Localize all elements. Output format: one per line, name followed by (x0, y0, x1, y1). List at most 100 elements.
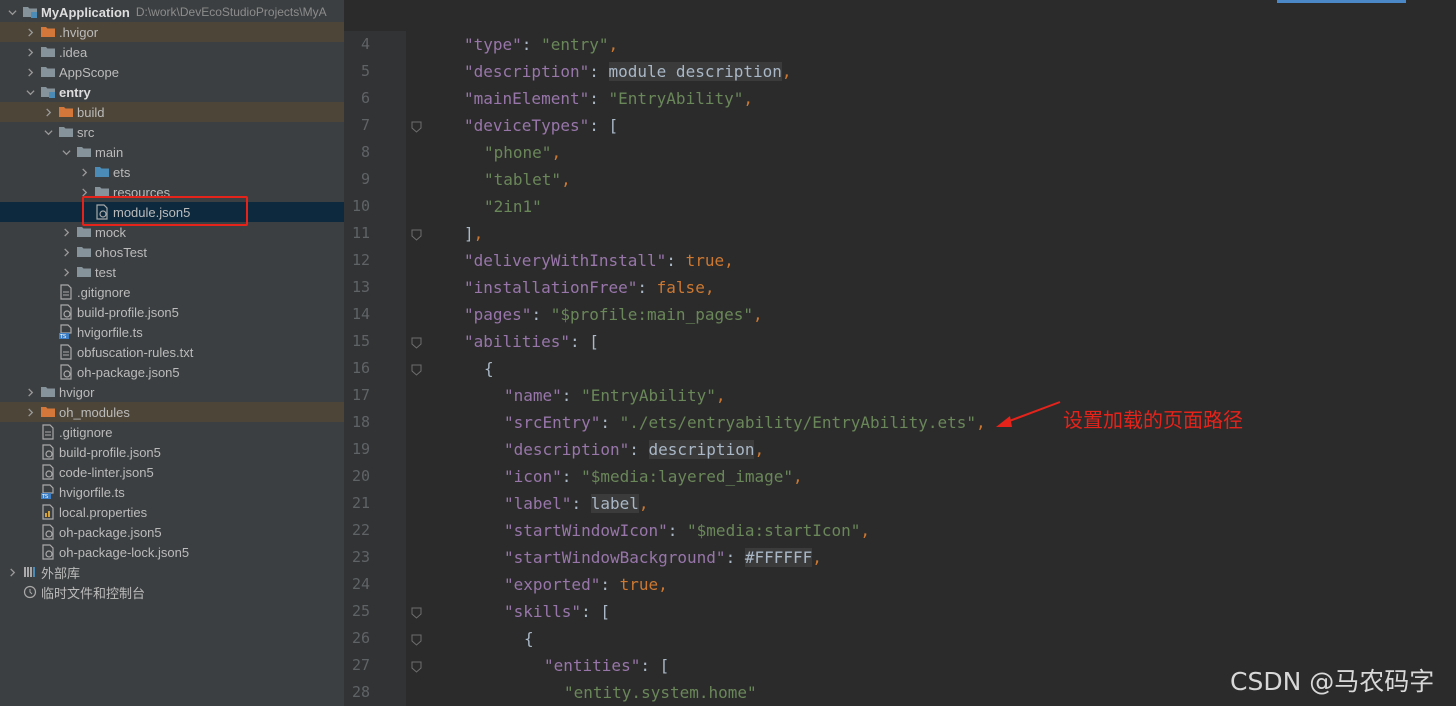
code-line[interactable]: "skills": [ (504, 598, 610, 625)
tree-item[interactable]: test (0, 262, 344, 282)
tree-item[interactable]: obfuscation-rules.txt (0, 342, 344, 362)
line-number: 13 (351, 278, 370, 296)
tree-item[interactable]: MyApplication D:\work\DevEcoStudioProject… (0, 2, 344, 22)
tree-item[interactable]: local.properties (0, 502, 344, 522)
code-line[interactable]: "entities": [ (544, 652, 669, 679)
code-area[interactable]: "type": "entry", "description": module de… (464, 31, 1454, 706)
tree-item[interactable]: build-profile.json5 (0, 442, 344, 462)
code-line[interactable]: "deviceTypes": [ (464, 112, 618, 139)
chevron-right-icon[interactable] (60, 262, 72, 282)
tree-item[interactable]: entry (0, 82, 344, 102)
code-line[interactable]: "2in1" (484, 193, 542, 220)
tree-item-label: hvigorfile.ts (59, 484, 125, 500)
tree-item-label: 临时文件和控制台 (41, 585, 146, 601)
tree-item[interactable]: oh-package.json5 (0, 522, 344, 542)
tree-item[interactable]: 外部库 (0, 562, 344, 582)
folder-icon (76, 144, 92, 160)
tree-item-label: hvigor (59, 384, 95, 400)
chevron-right-icon[interactable] (24, 62, 36, 82)
folder-icon (76, 264, 92, 280)
chevron-right-icon[interactable] (24, 382, 36, 402)
tree-item[interactable]: oh_modules (0, 402, 344, 422)
code-line[interactable]: "abilities": [ (464, 328, 599, 355)
tree-item[interactable]: oh-package-lock.json5 (0, 542, 344, 562)
code-line[interactable]: "pages": "$profile:main_pages", (464, 301, 763, 328)
tree-item[interactable]: oh-package.json5 (0, 362, 344, 382)
tree-item[interactable]: TS hvigorfile.ts (0, 482, 344, 502)
code-line[interactable]: "startWindowBackground": #FFFFFF, (504, 544, 822, 571)
tree-item[interactable]: ets (0, 162, 344, 182)
code-line[interactable]: "label": label, (504, 490, 649, 517)
svg-text:TS: TS (41, 494, 48, 500)
chevron-down-icon[interactable] (24, 82, 36, 102)
chevron-down-icon[interactable] (6, 2, 18, 22)
chevron-down-icon[interactable] (42, 122, 54, 142)
chevron-down-icon[interactable] (60, 142, 72, 162)
tree-item[interactable]: ohosTest (0, 242, 344, 262)
code-line[interactable]: "name": "EntryAbility", (504, 382, 726, 409)
tree-item[interactable]: src (0, 122, 344, 142)
code-line[interactable]: "entity.system.home" (564, 679, 757, 706)
code-line[interactable]: "phone", (484, 139, 561, 166)
chevron-right-icon[interactable] (78, 162, 90, 182)
tree-item[interactable]: .gitignore (0, 422, 344, 442)
svg-text:TS: TS (59, 334, 66, 340)
code-token: "phone" (484, 143, 552, 162)
line-number: 16 (351, 359, 370, 377)
code-line[interactable]: "srcEntry": "./ets/entryability/EntryAbi… (504, 409, 986, 436)
tree-item[interactable]: .idea (0, 42, 344, 62)
tree-item[interactable]: main (0, 142, 344, 162)
code-token: true, (685, 251, 734, 270)
code-line[interactable]: "icon": "$media:layered_image", (504, 463, 803, 490)
tree-item[interactable]: code-linter.json5 (0, 462, 344, 482)
code-line[interactable]: "exported": true, (504, 571, 668, 598)
chevron-right-icon[interactable] (24, 22, 36, 42)
chevron-right-icon[interactable] (6, 562, 18, 582)
line-number: 28 (351, 683, 370, 701)
line-number: 21 (351, 494, 370, 512)
code-token: "installationFree" (464, 278, 638, 297)
code-line[interactable]: "mainElement": "EntryAbility", (464, 85, 753, 112)
tree-item-label: test (95, 264, 116, 280)
code-line[interactable]: ], (464, 220, 483, 247)
chevron-right-icon[interactable] (24, 42, 36, 62)
code-line[interactable]: "type": "entry", (464, 31, 618, 58)
code-editor[interactable]: 4 5 6 7 8 9 10 11 12 13 14 15 16 17 18 19 20 21 22 23 24 25 26… (344, 0, 1456, 706)
fold-marker-icon[interactable] (411, 120, 422, 133)
code-token: , (608, 35, 619, 54)
folder-icon (40, 64, 56, 80)
fold-marker-icon[interactable] (411, 606, 422, 619)
tree-item[interactable]: 临时文件和控制台 (0, 582, 344, 602)
tree-item[interactable]: TS hvigorfile.ts (0, 322, 344, 342)
code-line[interactable]: { (524, 625, 534, 652)
tree-item[interactable]: build-profile.json5 (0, 302, 344, 322)
code-token: "$profile:main_pages" (550, 305, 753, 324)
tree-item[interactable]: build (0, 102, 344, 122)
fold-marker-icon[interactable] (411, 363, 422, 376)
fold-marker-icon[interactable] (411, 633, 422, 646)
fold-marker-icon[interactable] (411, 660, 422, 673)
chevron-right-icon[interactable] (24, 402, 36, 422)
chevron-right-icon[interactable] (42, 102, 54, 122)
tree-item-label: build-profile.json5 (59, 444, 161, 460)
code-line[interactable]: "installationFree": false, (464, 274, 714, 301)
code-line[interactable]: "deliveryWithInstall": true, (464, 247, 734, 274)
code-line[interactable]: { (484, 355, 494, 382)
code-line[interactable]: "tablet", (484, 166, 571, 193)
tree-item[interactable]: .hvigor (0, 22, 344, 42)
tree-item[interactable]: AppScope (0, 62, 344, 82)
fold-marker-icon[interactable] (411, 336, 422, 349)
code-line[interactable]: "startWindowIcon": "$media:startIcon", (504, 517, 870, 544)
code-token: , (812, 548, 822, 567)
code-line[interactable]: "description": module description, (464, 58, 792, 85)
tree-item[interactable]: hvigor (0, 382, 344, 402)
folder-icon (58, 124, 74, 140)
code-line[interactable]: "description": description, (504, 436, 764, 463)
tree-item[interactable]: .gitignore (0, 282, 344, 302)
chevron-right-icon[interactable] (60, 242, 72, 262)
json5-file-icon (40, 544, 56, 560)
line-number: 18 (351, 413, 370, 431)
fold-marker-icon[interactable] (411, 228, 422, 241)
chevron-right-icon[interactable] (60, 222, 72, 242)
